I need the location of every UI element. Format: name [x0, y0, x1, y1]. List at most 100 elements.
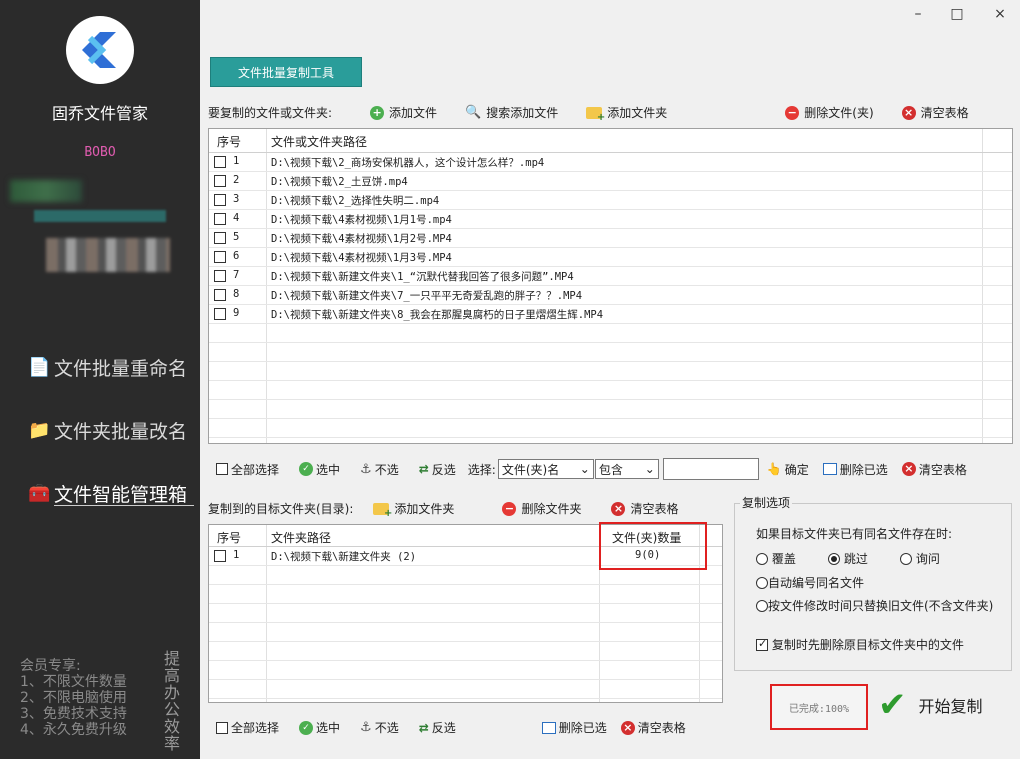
- row-checkbox[interactable]: [214, 550, 226, 562]
- select-all-checkbox[interactable]: 全部选择: [216, 461, 279, 478]
- delete-target-folder-button[interactable]: − 删除文件夹: [502, 500, 581, 517]
- user-name: BOBO: [84, 145, 116, 160]
- row-checkbox[interactable]: [214, 175, 226, 187]
- filter-op-select[interactable]: 包含 ⌄: [594, 459, 659, 479]
- minus-icon: −: [502, 501, 517, 516]
- copy-options-legend: 复制选项: [740, 494, 793, 511]
- radio-skip[interactable]: 跳过: [828, 550, 868, 567]
- table-row[interactable]: 8 D:\视频下载\新建文件夹\7_一只平平无奇爱乱跑的胖子？？.MP4: [209, 286, 1012, 305]
- table-row[interactable]: 9 D:\视频下载\新建文件夹\8_我会在那腥臭腐朽的日子里熠熠生辉.MP4: [209, 305, 1012, 324]
- delete-file-button[interactable]: − 删除文件(夹): [785, 104, 874, 121]
- swap-icon: ⇄: [418, 462, 429, 476]
- add-file-button[interactable]: + 添加文件: [370, 104, 437, 121]
- minimize-button[interactable]: –: [908, 6, 928, 22]
- table-row[interactable]: 6 D:\视频下载\4素材视频\1月3号.MP4: [209, 248, 1012, 267]
- source-file-table: 序号 文件或文件夹路径 1 D:\视频下载\2_商场安保机器人，这个设计怎么样？.…: [208, 128, 1013, 444]
- row-checkbox[interactable]: [214, 308, 226, 320]
- close-icon: ×: [611, 501, 626, 516]
- progress-indicator: 已完成:100%: [770, 684, 868, 730]
- conflict-question: 如果目标文件夹已有同名文件存在时:: [756, 527, 953, 541]
- tab-batch-copy[interactable]: 文件批量复制工具: [210, 57, 362, 87]
- row-checkbox[interactable]: [214, 213, 226, 225]
- filter-field-select[interactable]: 文件(夹)名 ⌄: [497, 459, 594, 479]
- select-button[interactable]: ✓ 选中: [299, 461, 340, 478]
- table-header: 序号 文件或文件夹路径: [209, 129, 1012, 153]
- table-row[interactable]: 2 D:\视频下载\2_土豆饼.mp4: [209, 172, 1012, 191]
- anchor-icon: ⚓: [360, 720, 372, 735]
- close-button[interactable]: ×: [990, 6, 1010, 22]
- row-checkbox[interactable]: [214, 251, 226, 263]
- minus-icon: −: [785, 105, 800, 120]
- col-index: 序号: [217, 135, 242, 149]
- table-row[interactable]: 4 D:\视频下载\4素材视频\1月1号.mp4: [209, 210, 1012, 229]
- member-benefits: 会员专享: 1、不限文件数量 2、不限电脑使用 3、免费技术支持 4、永久免费升…: [20, 658, 127, 738]
- invert-button[interactable]: ⇄ 反选: [419, 461, 456, 478]
- row-checkbox[interactable]: [214, 270, 226, 282]
- sidebar-item-label: 文件批量重命名: [54, 358, 188, 380]
- confirm-button[interactable]: 👆 确定: [767, 461, 809, 478]
- filter-value-input[interactable]: [662, 458, 759, 480]
- row-checkbox[interactable]: [214, 232, 226, 244]
- target-toolbar: 复制到的目标文件夹(目录): 添加文件夹 − 删除文件夹 × 清空表格: [208, 500, 678, 519]
- target-bottom-bar: 全部选择 ✓ 选中 ⚓ 不选 ⇄ 反选 删除已选 × 清空表格: [216, 719, 686, 736]
- sidebar: 固乔文件管家 BOBO 📄 文件批量重命名 📁 文件夹批量改名 🧰 文件智能管理…: [0, 0, 200, 759]
- delete-selected-button[interactable]: 删除已选: [822, 461, 888, 478]
- toolbox-icon: 🧰: [28, 483, 51, 504]
- active-underline: [54, 505, 194, 506]
- sidebar-item-folder-rename[interactable]: 📁 文件夹批量改名: [28, 417, 187, 444]
- radio-ask[interactable]: 询问: [900, 550, 940, 567]
- row-checkbox[interactable]: [214, 289, 226, 301]
- plus-icon: +: [370, 105, 385, 120]
- select-button[interactable]: ✓ 选中: [299, 719, 340, 736]
- anchor-icon: ⚓: [360, 461, 372, 477]
- radio-auto-number[interactable]: 自动编号同名文件: [756, 574, 864, 591]
- target-title: 复制到的目标文件夹(目录):: [208, 502, 354, 516]
- add-folder-button[interactable]: 添加文件夹: [586, 104, 667, 123]
- add-folder-icon: [373, 502, 392, 519]
- radio-replace-old[interactable]: 按文件修改时间只替换旧文件(不含文件夹): [756, 597, 993, 614]
- close-icon: ×: [620, 720, 635, 735]
- sidebar-item-batch-rename[interactable]: 📄 文件批量重命名: [28, 354, 187, 381]
- highlight-box: [599, 522, 707, 570]
- delete-selected-button[interactable]: 删除已选: [541, 719, 607, 736]
- hand-icon: 👆: [766, 462, 782, 476]
- source-bottom-bar: 全部选择 ✓ 选中 ⚓ 不选 ⇄ 反选 选择: 文件(夹)名 ⌄ 包含 ⌄ 👆 …: [216, 458, 967, 480]
- document-icon: 📄: [28, 357, 51, 378]
- table-row[interactable]: 7 D:\视频下载\新建文件夹\1_“沉默代替我回答了很多问题”.MP4: [209, 267, 1012, 286]
- col-path: 文件夹路径: [271, 531, 332, 545]
- blurred-avatar: [46, 238, 170, 272]
- unselect-button[interactable]: ⚓ 不选: [360, 719, 399, 736]
- unselect-button[interactable]: ⚓ 不选: [360, 461, 399, 478]
- delete-first-checkbox[interactable]: ✓ 复制时先删除原目标文件夹中的文件: [756, 636, 964, 653]
- delete-selected-icon: [541, 721, 556, 734]
- clear-table-button[interactable]: × 清空表格: [901, 461, 967, 478]
- blurred-info: [10, 180, 82, 202]
- table-row[interactable]: 1 D:\视频下载\2_商场安保机器人，这个设计怎么样？.mp4: [209, 153, 1012, 172]
- clear-target-table-button[interactable]: × 清空表格: [611, 500, 678, 517]
- add-target-folder-button[interactable]: 添加文件夹: [373, 500, 454, 519]
- chevron-down-icon: ⌄: [579, 462, 590, 476]
- col-index: 序号: [217, 531, 242, 545]
- col-path: 文件或文件夹路径: [271, 135, 368, 149]
- app-name: 固乔文件管家: [51, 104, 148, 123]
- select-all-checkbox[interactable]: 全部选择: [216, 719, 279, 736]
- app-logo: [66, 16, 134, 84]
- delete-selected-icon: [822, 463, 837, 475]
- sidebar-item-smart-manager[interactable]: 🧰 文件智能管理箱: [28, 480, 187, 507]
- table-row[interactable]: 3 D:\视频下载\2_选择性失明二.mp4: [209, 191, 1012, 210]
- row-checkbox[interactable]: [214, 156, 226, 168]
- maximize-button[interactable]: □: [947, 6, 967, 22]
- radio-overwrite[interactable]: 覆盖: [756, 550, 796, 567]
- clear-table-button[interactable]: × 清空表格: [620, 719, 686, 736]
- row-checkbox[interactable]: [214, 194, 226, 206]
- clear-table-button[interactable]: × 清空表格: [901, 104, 969, 121]
- invert-button[interactable]: ⇄ 反选: [419, 719, 456, 736]
- slogan-vertical: 提高办公效率: [164, 649, 181, 753]
- source-toolbar: 要复制的文件或文件夹: + 添加文件 🔍 搜索添加文件 添加文件夹 − 删除文件…: [208, 104, 969, 123]
- chevron-down-icon: ⌄: [644, 462, 655, 476]
- table-row[interactable]: 5 D:\视频下载\4素材视频\1月2号.MP4: [209, 229, 1012, 248]
- start-copy-button[interactable]: ✔ 开始复制: [878, 688, 983, 722]
- check-icon: ✓: [299, 462, 314, 476]
- search-add-file-button[interactable]: 🔍 搜索添加文件: [465, 104, 558, 121]
- checkmark-icon: ✔: [878, 685, 907, 725]
